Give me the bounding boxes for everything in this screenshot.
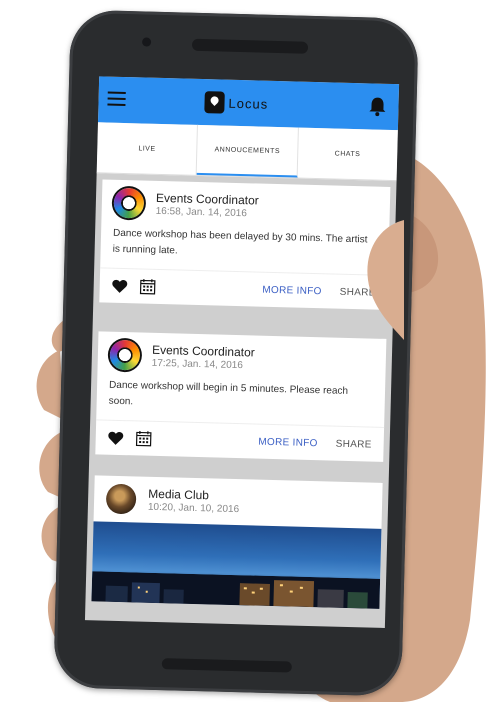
post-author: Events Coordinator [151,342,255,360]
tab-live[interactable]: LIVE [96,122,199,175]
post-timestamp: 10:20, Jan. 10, 2016 [147,501,240,516]
app-bar: Locus [97,76,400,131]
front-camera [141,37,152,47]
city-skyline-image [91,571,381,609]
announcement-feed: Events Coordinator 16:58, Jan. 14, 2016 … [85,173,397,628]
calendar-icon[interactable] [139,278,156,295]
app-name: Locus [228,95,269,112]
earpiece-speaker [191,38,309,54]
post-image[interactable] [91,521,382,609]
post-actions: MORE INFO SHARE [99,267,389,310]
more-info-button[interactable]: MORE INFO [262,284,322,297]
post-card: Events Coordinator 17:25, Jan. 14, 2016 … [95,331,387,462]
avatar [105,483,137,515]
phone-screen: Locus LIVE ANNOUCEMENTS CHATS Events Coo… [84,76,400,628]
post-timestamp: 16:58, Jan. 14, 2016 [155,205,247,220]
more-info-button[interactable]: MORE INFO [258,436,318,449]
post-card: Media Club 10:20, Jan. 10, 2016 [91,475,383,609]
share-button[interactable]: SHARE [336,438,372,450]
tab-announcements[interactable]: ANNOUCEMENTS [196,124,299,178]
menu-icon[interactable] [107,91,126,107]
phone-device: Locus LIVE ANNOUCEMENTS CHATS Events Coo… [53,9,419,697]
post-actions: MORE INFO SHARE [95,419,385,462]
bell-icon[interactable] [368,96,387,117]
calendar-icon[interactable] [135,430,152,447]
post-timestamp: 17:25, Jan. 14, 2016 [151,357,244,372]
avatar [109,339,141,371]
post-author: Events Coordinator [155,190,259,208]
post-message: Dance workshop has been delayed by 30 mi… [112,227,368,257]
post-card: Events Coordinator 16:58, Jan. 14, 2016 … [99,179,391,310]
heart-icon[interactable] [112,278,128,293]
post-message: Dance workshop will begin in 5 minutes. … [108,379,349,408]
avatar [113,187,145,219]
location-pin-icon [204,91,225,114]
app-logo: Locus [204,89,268,117]
share-button[interactable]: SHARE [340,286,376,298]
tab-chats[interactable]: CHATS [297,128,398,181]
heart-icon[interactable] [108,430,124,445]
post-author: Media Club [148,486,210,503]
bottom-speaker [161,658,292,673]
tab-bar: LIVE ANNOUCEMENTS CHATS [96,122,398,182]
